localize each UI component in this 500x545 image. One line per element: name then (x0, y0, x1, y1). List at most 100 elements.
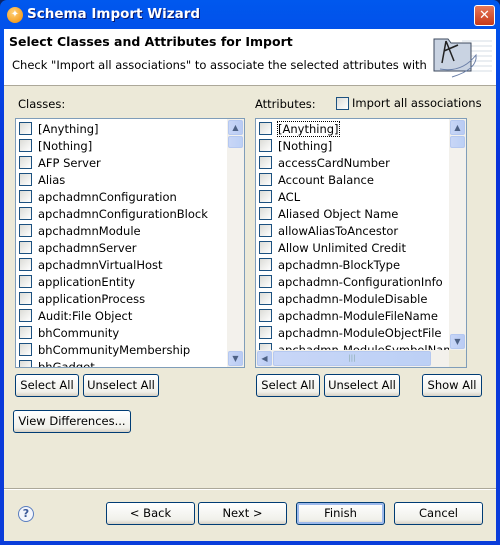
scroll-thumb[interactable] (228, 136, 243, 148)
cancel-button[interactable]: Cancel (394, 502, 483, 525)
item-checkbox[interactable] (19, 275, 32, 288)
list-item[interactable]: apchadmnVirtualHost (19, 256, 163, 273)
item-checkbox[interactable] (19, 360, 32, 367)
item-checkbox[interactable] (19, 173, 32, 186)
import-all-checkbox-box[interactable] (336, 96, 349, 110)
back-button[interactable]: < Back (106, 502, 195, 525)
list-item[interactable]: bhCommunity (19, 324, 119, 341)
scroll-left-button[interactable]: ◀ (257, 351, 272, 366)
item-checkbox[interactable] (259, 292, 272, 305)
attributes-unselect-all-button[interactable]: Unselect All (324, 374, 400, 397)
list-item[interactable]: Aliased Object Name (259, 205, 398, 222)
app-icon: ✦ (7, 7, 23, 23)
list-item[interactable]: bhCommunityMembership (19, 341, 190, 358)
item-label: applicationProcess (38, 291, 146, 306)
item-label: apchadmn-ModuleObjectFile (278, 325, 442, 340)
list-item[interactable]: [Anything] (259, 120, 340, 137)
list-item[interactable]: apchadmnConfiguration (19, 188, 177, 205)
list-item[interactable]: apchadmn-ModuleFileName (259, 307, 438, 324)
finish-button[interactable]: Finish (296, 502, 385, 525)
item-checkbox[interactable] (19, 190, 32, 203)
item-checkbox[interactable] (259, 258, 272, 271)
list-item[interactable]: ACL (259, 188, 300, 205)
item-checkbox[interactable] (259, 156, 272, 169)
list-item[interactable]: apchadmnConfigurationBlock (19, 205, 208, 222)
page-title: Select Classes and Attributes for Import (9, 34, 293, 49)
wizard-client: Select Classes and Attributes for Import… (4, 29, 496, 541)
list-item[interactable]: Allow Unlimited Credit (259, 239, 406, 256)
item-checkbox[interactable] (259, 173, 272, 186)
schema-wizard-icon (433, 38, 492, 78)
item-checkbox[interactable] (19, 224, 32, 237)
list-item[interactable]: [Anything] (19, 120, 99, 137)
item-checkbox[interactable] (259, 122, 272, 135)
scroll-down-button[interactable]: ▼ (450, 334, 465, 349)
help-icon[interactable]: ? (18, 506, 34, 522)
item-checkbox[interactable] (19, 343, 32, 356)
list-item[interactable]: [Nothing] (259, 137, 332, 154)
list-item[interactable]: Audit:File Object (19, 307, 132, 324)
item-checkbox[interactable] (19, 156, 32, 169)
view-differences-button[interactable]: View Differences... (13, 410, 131, 433)
item-checkbox[interactable] (259, 190, 272, 203)
close-button[interactable]: ✕ (474, 5, 495, 26)
list-item[interactable]: apchadmn-BlockType (259, 256, 400, 273)
attributes-vertical-scrollbar[interactable]: ▲ ▼ (449, 119, 466, 350)
item-label: accessCardNumber (278, 155, 390, 170)
item-checkbox[interactable] (259, 224, 272, 237)
item-label: bhCommunityMembership (38, 342, 191, 357)
classes-list[interactable]: bhGadget bhCommunityMembership bhCommunity… (15, 118, 245, 368)
scroll-up-button[interactable]: ▲ (228, 120, 243, 135)
list-item[interactable]: applicationEntity (19, 273, 135, 290)
item-label: Audit:File Object (38, 308, 133, 323)
list-item[interactable]: apchadmn-ConfigurationInfo (259, 273, 443, 290)
classes-unselect-all-button[interactable]: Unselect All (83, 374, 159, 397)
list-item[interactable]: allowAliasToAncestor (259, 222, 398, 239)
item-checkbox[interactable] (19, 241, 32, 254)
scroll-up-button[interactable]: ▲ (450, 120, 465, 135)
item-checkbox[interactable] (19, 207, 32, 220)
item-checkbox[interactable] (259, 207, 272, 220)
list-item[interactable]: AFP Server (19, 154, 101, 171)
list-item[interactable]: apchadmn-ModuleObjectFile (259, 324, 441, 341)
item-checkbox[interactable] (19, 309, 32, 322)
item-checkbox[interactable] (19, 292, 32, 305)
item-checkbox[interactable] (19, 139, 32, 152)
item-checkbox[interactable] (259, 139, 272, 152)
list-item[interactable]: apchadmnServer (19, 239, 137, 256)
list-item[interactable]: applicationProcess (19, 290, 145, 307)
attributes-select-all-button[interactable]: Select All (256, 374, 320, 397)
page-description: Check "Import all associations" to assoc… (12, 58, 427, 72)
scroll-thumb[interactable]: ||| (273, 351, 431, 366)
show-all-button[interactable]: Show All (422, 374, 482, 397)
classes-vertical-scrollbar[interactable]: ▲ ▼ (227, 119, 244, 367)
item-label: apchadmn-ConfigurationInfo (278, 274, 443, 289)
import-all-associations-checkbox[interactable]: Import all associations (336, 96, 482, 110)
next-button[interactable]: Next > (198, 502, 287, 525)
item-checkbox[interactable] (19, 258, 32, 271)
item-label: apchadmnVirtualHost (38, 257, 163, 272)
item-checkbox[interactable] (19, 122, 32, 135)
list-item[interactable]: Alias (19, 171, 65, 188)
list-item[interactable]: Account Balance (259, 171, 374, 188)
scroll-thumb[interactable] (450, 136, 465, 148)
list-item[interactable]: [Nothing] (19, 137, 92, 154)
item-label: Aliased Object Name (278, 206, 399, 221)
item-checkbox[interactable] (19, 326, 32, 339)
attributes-list[interactable]: apchadmn-ModuleSymbolNameapchadmn-Module… (255, 118, 467, 368)
list-item[interactable]: apchadmnModule (19, 222, 141, 239)
item-checkbox[interactable] (259, 241, 272, 254)
item-checkbox[interactable] (259, 275, 272, 288)
list-item[interactable]: accessCardNumber (259, 154, 390, 171)
scroll-down-button[interactable]: ▼ (228, 351, 243, 366)
attributes-horizontal-scrollbar[interactable]: ◀ ||| ▶ (256, 350, 466, 367)
item-label: apchadmnConfiguration (38, 189, 177, 204)
list-item[interactable]: bhGadget (19, 358, 95, 367)
list-item[interactable]: apchadmn-ModuleDisable (259, 290, 427, 307)
item-label: apchadmn-BlockType (278, 257, 401, 272)
classes-select-all-button[interactable]: Select All (15, 374, 79, 397)
item-label: Allow Unlimited Credit (278, 240, 406, 255)
item-checkbox[interactable] (259, 326, 272, 339)
item-checkbox[interactable] (259, 309, 272, 322)
item-label: [Anything] (38, 121, 99, 136)
